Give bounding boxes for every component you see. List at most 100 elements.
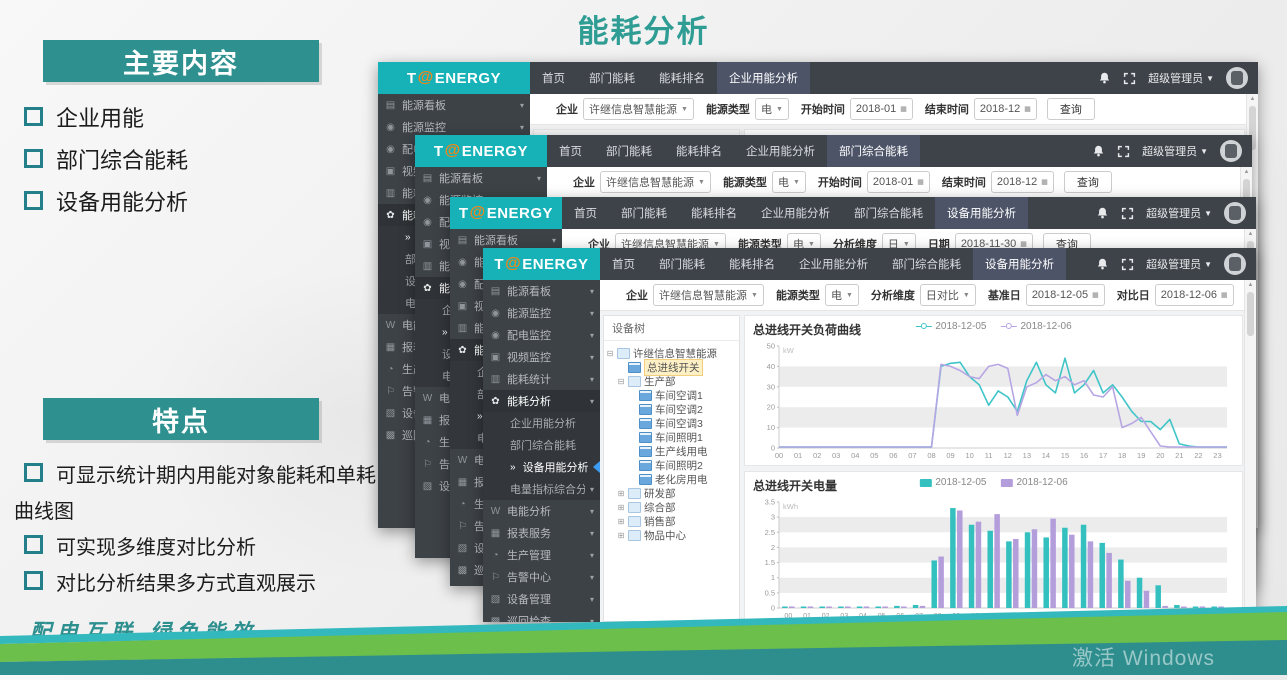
- sidebar-item[interactable]: ▦ 报表服务 ▾: [483, 522, 600, 544]
- nav-tab[interactable]: 企业用能分析: [787, 248, 880, 280]
- scroll-thumb[interactable]: [1247, 292, 1254, 336]
- nav-tab[interactable]: 首页: [562, 197, 609, 229]
- nav-tab[interactable]: 能耗排名: [679, 197, 749, 229]
- search-button[interactable]: 查询: [1064, 171, 1112, 193]
- scroll-up-icon[interactable]: ▲: [1247, 94, 1258, 104]
- notification-bell-icon[interactable]: [1092, 144, 1105, 158]
- fullscreen-icon[interactable]: [1121, 207, 1134, 220]
- user-menu[interactable]: 超级管理员▼: [1146, 256, 1212, 272]
- nav-tab[interactable]: 部门综合能耗: [842, 197, 935, 229]
- filter-input[interactable]: 2018-12-06▦: [1155, 284, 1234, 306]
- sidebar-item[interactable]: ◔ 生产管理 ▾: [483, 544, 600, 566]
- tree-toggle-icon[interactable]: ⊟: [617, 377, 625, 386]
- tree-node[interactable]: 生产线用电: [606, 444, 737, 458]
- filter-input[interactable]: 许继信息智慧能源▼: [583, 98, 694, 120]
- notification-bell-icon[interactable]: [1098, 71, 1111, 85]
- avatar[interactable]: [1226, 67, 1248, 89]
- user-menu[interactable]: 超级管理员▼: [1146, 205, 1212, 221]
- tree-node[interactable]: 车间照明1: [606, 430, 737, 444]
- search-button[interactable]: 查询: [1047, 98, 1095, 120]
- tree-node[interactable]: ⊞ 物品中心: [606, 528, 737, 542]
- filter-input[interactable]: 2018-01▦: [867, 171, 930, 193]
- tree-node[interactable]: 总进线开关: [606, 360, 737, 374]
- filter-input[interactable]: 电▼: [755, 98, 789, 120]
- nav-tab[interactable]: 企业用能分析: [734, 135, 827, 167]
- tree-node[interactable]: ⊞ 综合部: [606, 500, 737, 514]
- fullscreen-icon[interactable]: [1123, 72, 1136, 85]
- notification-bell-icon[interactable]: [1096, 257, 1109, 271]
- filter-input[interactable]: 2018-12-05▦: [1026, 284, 1105, 306]
- avatar[interactable]: [1220, 140, 1242, 162]
- tree-toggle-icon[interactable]: ⊞: [617, 489, 625, 498]
- filter-input[interactable]: 许继信息智慧能源▼: [600, 171, 711, 193]
- nav-tab[interactable]: 部门能耗: [594, 135, 664, 167]
- filter-input[interactable]: 许继信息智慧能源▼: [653, 284, 764, 306]
- scroll-up-icon[interactable]: ▲: [1245, 229, 1256, 239]
- nav-tab[interactable]: 能耗排名: [664, 135, 734, 167]
- tree-node[interactable]: 老化房用电: [606, 472, 737, 486]
- nav-tab[interactable]: 部门能耗: [609, 197, 679, 229]
- sidebar-item[interactable]: ✿ 能耗分析 ▾: [483, 390, 600, 412]
- legend-item[interactable]: 2018-12-05: [915, 321, 986, 332]
- sidebar-item[interactable]: 电量指标综合分析 ▾: [483, 478, 600, 500]
- avatar[interactable]: [1224, 253, 1246, 275]
- tree-node[interactable]: ⊞ 销售部: [606, 514, 737, 528]
- sidebar-item[interactable]: ▥ 能耗统计 ▾: [483, 368, 600, 390]
- sidebar-item[interactable]: ▣ 视频监控 ▾: [483, 346, 600, 368]
- sidebar-item[interactable]: 部门综合能耗: [483, 434, 600, 456]
- tree-toggle-icon[interactable]: ⊞: [617, 503, 625, 512]
- sidebar-item[interactable]: ⚐ 告警中心 ▾: [483, 566, 600, 588]
- tree-node[interactable]: ⊟ 生产部: [606, 374, 737, 388]
- legend-item[interactable]: 2018-12-06: [1001, 321, 1072, 332]
- tree-node[interactable]: 车间空调2: [606, 402, 737, 416]
- filter-input[interactable]: 日对比▼: [920, 284, 976, 306]
- filter-input[interactable]: 电▼: [825, 284, 859, 306]
- filter-input[interactable]: 2018-12▦: [991, 171, 1054, 193]
- sidebar-item[interactable]: ◉ 能源监控 ▾: [483, 302, 600, 324]
- nav-tab[interactable]: 能耗排名: [717, 248, 787, 280]
- scrollbar[interactable]: ▲: [1244, 280, 1256, 622]
- avatar[interactable]: [1224, 202, 1246, 224]
- nav-tab[interactable]: 部门能耗: [577, 62, 647, 94]
- nav-tab[interactable]: 首页: [530, 62, 577, 94]
- energy-analysis-icon: ✿: [421, 283, 434, 294]
- sidebar-item[interactable]: ▤ 能源看板 ▾: [415, 167, 547, 189]
- sidebar-item[interactable]: ▤ 能源看板 ▾: [483, 280, 600, 302]
- nav-tab[interactable]: 企业用能分析: [717, 62, 810, 94]
- tree-node[interactable]: ⊞ 研发部: [606, 486, 737, 500]
- tree-toggle-icon[interactable]: ⊞: [617, 531, 625, 540]
- nav-tab[interactable]: 部门综合能耗: [880, 248, 973, 280]
- filter-input[interactable]: 2018-12▦: [974, 98, 1037, 120]
- tree-node[interactable]: 车间照明2: [606, 458, 737, 472]
- tree-toggle-icon[interactable]: ⊞: [617, 517, 625, 526]
- tree-node-icon: [639, 474, 652, 485]
- sidebar-item[interactable]: ▤ 能源看板 ▾: [378, 94, 530, 116]
- nav-tab[interactable]: 设备用能分析: [973, 248, 1066, 280]
- tree-node[interactable]: 车间空调1: [606, 388, 737, 402]
- nav-tab[interactable]: 设备用能分析: [935, 197, 1028, 229]
- sidebar-item[interactable]: ◉ 配电监控 ▾: [483, 324, 600, 346]
- nav-tab[interactable]: 部门能耗: [647, 248, 717, 280]
- fullscreen-icon[interactable]: [1117, 145, 1130, 158]
- scroll-up-icon[interactable]: ▲: [1241, 167, 1252, 177]
- filter-input[interactable]: 电▼: [772, 171, 806, 193]
- sidebar-item[interactable]: 企业用能分析: [483, 412, 600, 434]
- user-menu[interactable]: 超级管理员▼: [1148, 70, 1214, 86]
- nav-tab[interactable]: 部门综合能耗: [827, 135, 920, 167]
- scroll-up-icon[interactable]: ▲: [1245, 280, 1256, 290]
- legend-item[interactable]: 2018-12-06: [1001, 477, 1068, 488]
- tree-node[interactable]: 车间空调3: [606, 416, 737, 430]
- legend-item[interactable]: 2018-12-05: [919, 477, 986, 488]
- user-menu[interactable]: 超级管理员▼: [1142, 143, 1208, 159]
- nav-tab[interactable]: 企业用能分析: [749, 197, 842, 229]
- sidebar-item[interactable]: W 电能分析 ▾: [483, 500, 600, 522]
- tree-toggle-icon[interactable]: ⊟: [606, 349, 614, 358]
- notification-bell-icon[interactable]: [1096, 206, 1109, 220]
- nav-tab[interactable]: 能耗排名: [647, 62, 717, 94]
- report-icon: ▦: [421, 415, 434, 426]
- filter-input[interactable]: 2018-01▦: [850, 98, 913, 120]
- nav-tab[interactable]: 首页: [547, 135, 594, 167]
- sidebar-item[interactable]: 设备用能分析: [483, 456, 600, 478]
- nav-tab[interactable]: 首页: [600, 248, 647, 280]
- fullscreen-icon[interactable]: [1121, 258, 1134, 271]
